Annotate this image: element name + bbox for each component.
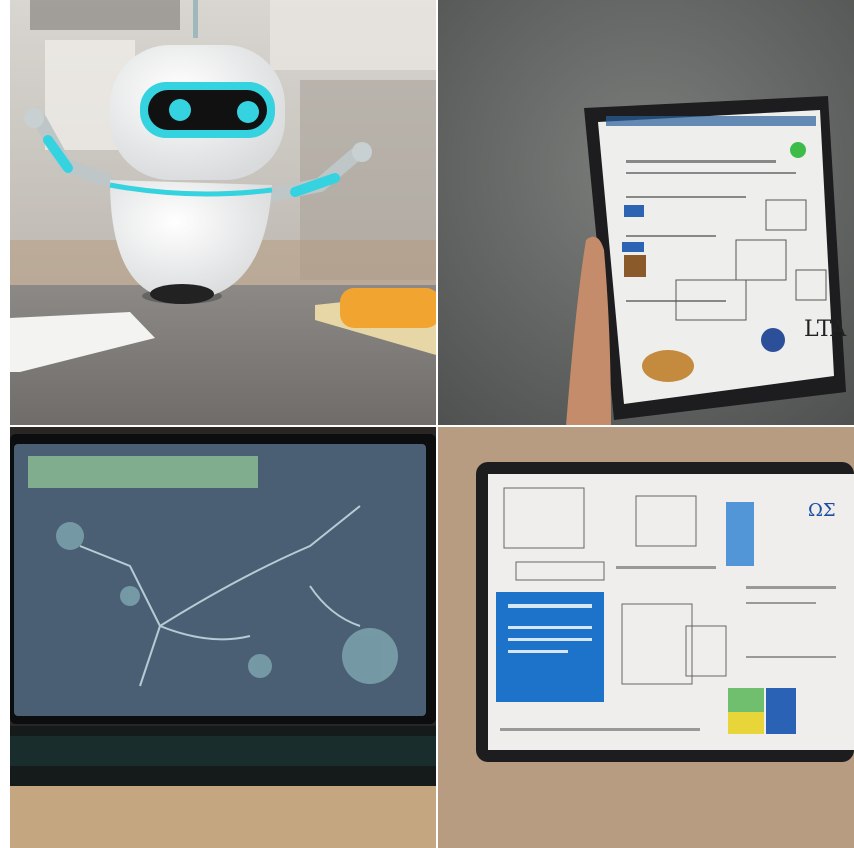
- tablet-held-scene: LTA: [436, 0, 854, 426]
- dark-tablet-panel: [10, 426, 436, 848]
- blue-block: [496, 592, 604, 702]
- grid-divider-vertical: [436, 0, 438, 848]
- left-eye: [169, 99, 191, 121]
- screen-text: LTA: [804, 317, 847, 342]
- right-eye: [237, 101, 259, 123]
- grid-divider-horizontal: [10, 425, 854, 427]
- tablet-held-panel: LTA: [436, 0, 854, 426]
- robot-panel: [10, 0, 436, 426]
- tablet-document-scene: ΩΣ: [436, 426, 854, 848]
- image-grid: LTA ΩΣ: [10, 0, 854, 848]
- tablet-document-panel: ΩΣ: [436, 426, 854, 848]
- green-dot: [790, 142, 806, 158]
- robot-scene: [10, 0, 436, 426]
- antenna: [193, 0, 198, 38]
- screen-illustration: [642, 350, 694, 382]
- dark-tablet-scene: [10, 426, 436, 848]
- screen-header-bar: [28, 456, 258, 488]
- screen-heading: ΩΣ: [808, 500, 836, 521]
- orange-book: [340, 288, 436, 328]
- wooden-table: [10, 786, 436, 848]
